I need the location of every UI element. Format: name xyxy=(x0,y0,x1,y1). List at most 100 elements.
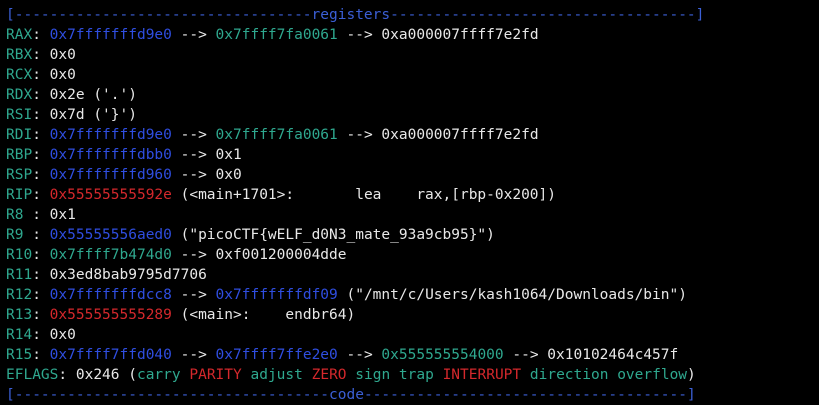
pointer-address: 0x7ffff7ffe2e0 xyxy=(215,347,338,363)
register-value xyxy=(521,367,530,383)
pointer-address: trap xyxy=(398,367,434,383)
pointer-address: INTERRUPT xyxy=(442,367,522,383)
register-row-rbp: RBP: 0x7fffffffdbb0 --> 0x1 xyxy=(6,145,816,165)
register-value: 0x0 xyxy=(49,327,76,343)
register-row-eflags: EFLAGS: 0x246 (carry PARITY adjust ZERO … xyxy=(6,365,816,385)
pointer-address: 0x7ffff7fa0061 xyxy=(215,127,338,143)
register-row-r12: R12: 0x7fffffffdcc8 --> 0x7fffffffdf09 (… xyxy=(6,285,816,305)
register-value: 0x0 xyxy=(49,47,76,63)
register-row-rcx: RCX: 0x0 xyxy=(6,65,816,85)
register-value: 0x1 xyxy=(215,147,242,163)
register-value: ("/mnt/c/Users/kash1064/Downloads/bin") xyxy=(337,287,687,303)
pointer-arrow: --> xyxy=(171,167,216,183)
register-separator: : xyxy=(32,347,50,363)
register-separator: : xyxy=(32,307,50,323)
pointer-address: sign xyxy=(355,367,391,383)
register-name: RSI xyxy=(6,107,33,123)
register-value xyxy=(303,367,312,383)
register-list: RAX: 0x7fffffffd9e0 --> 0x7ffff7fa0061 -… xyxy=(6,25,816,385)
register-separator: : xyxy=(32,27,50,43)
pointer-arrow: --> xyxy=(337,127,382,143)
pointer-address: direction xyxy=(529,367,609,383)
pointer-address: 0x7ffff7ffd040 xyxy=(49,347,172,363)
pointer-address: overflow xyxy=(617,367,688,383)
pointer-address: 0x7fffffffd9e0 xyxy=(49,27,172,43)
register-row-r10: R10: 0x7ffff7b474d0 --> 0xf001200004dde xyxy=(6,245,816,265)
register-name: R14 xyxy=(6,327,33,343)
register-value: 0xa000007ffff7e2fd xyxy=(381,27,539,43)
register-value: (<main>: endbr64) xyxy=(171,307,356,323)
register-value: (<main+1701>: lea rax,[rbp-0x200]) xyxy=(171,187,556,203)
register-separator: : xyxy=(32,187,50,203)
register-row-r8: R8 : 0x1 xyxy=(6,205,816,225)
register-name: EFLAGS xyxy=(6,367,59,383)
pointer-address: 0x7fffffffdf09 xyxy=(215,287,338,303)
pointer-address: 0x55555556aed0 xyxy=(49,227,172,243)
register-value xyxy=(608,367,617,383)
register-separator: : xyxy=(32,87,50,103)
pointer-address: carry xyxy=(136,367,181,383)
pointer-address: ZERO xyxy=(311,367,347,383)
pointer-address: 0x7fffffffdbb0 xyxy=(49,147,172,163)
register-name: R8 xyxy=(6,207,24,223)
register-name: R9 xyxy=(6,227,24,243)
register-row-rsi: RSI: 0x7d ('}') xyxy=(6,105,816,125)
registers-header-title: registers xyxy=(311,7,391,23)
register-separator: : xyxy=(32,107,50,123)
register-value: 0x2e ('.') xyxy=(49,87,137,103)
register-separator: : xyxy=(32,327,50,343)
register-value xyxy=(390,367,399,383)
register-separator: : xyxy=(23,207,50,223)
register-name: R12 xyxy=(6,287,33,303)
register-name: RDX xyxy=(6,87,33,103)
register-row-rsp: RSP: 0x7fffffffd960 --> 0x0 xyxy=(6,165,816,185)
register-separator: : xyxy=(32,127,50,143)
register-row-r13: R13: 0x555555555289 (<main>: endbr64) xyxy=(6,305,816,325)
register-row-rdi: RDI: 0x7fffffffd9e0 --> 0x7ffff7fa0061 -… xyxy=(6,125,816,145)
register-value: 0xa000007ffff7e2fd xyxy=(381,127,539,143)
pointer-arrow: --> xyxy=(171,27,216,43)
register-name: R15 xyxy=(6,347,33,363)
register-row-r11: R11: 0x3ed8bab9795d7706 xyxy=(6,265,816,285)
pointer-arrow: --> xyxy=(503,347,548,363)
pointer-arrow: --> xyxy=(171,347,216,363)
register-row-rdx: RDX: 0x2e ('.') xyxy=(6,85,816,105)
register-separator: : xyxy=(32,167,50,183)
register-value xyxy=(347,367,356,383)
pointer-arrow: --> xyxy=(337,27,382,43)
pointer-address: 0x7ffff7fa0061 xyxy=(215,27,338,43)
register-value: 0x7d ('}') xyxy=(49,107,137,123)
register-value: ("picoCTF{wELF_d0N3_mate_93a9cb95}") xyxy=(171,227,495,243)
register-name: RAX xyxy=(6,27,33,43)
pointer-arrow: --> xyxy=(337,347,382,363)
register-separator: : xyxy=(32,67,50,83)
register-name: RDI xyxy=(6,127,33,143)
register-value: 0x3ed8bab9795d7706 xyxy=(49,267,207,283)
register-name: RBX xyxy=(6,47,33,63)
register-row-rbx: RBX: 0x0 xyxy=(6,45,816,65)
register-name: RBP xyxy=(6,147,33,163)
register-name: R11 xyxy=(6,267,33,283)
pointer-address: 0x7fffffffdcc8 xyxy=(49,287,172,303)
registers-header-left: [---------------------------------- xyxy=(6,7,312,23)
pointer-address: 0x7fffffffd960 xyxy=(49,167,172,183)
register-name: RCX xyxy=(6,67,33,83)
pointer-address: adjust xyxy=(250,367,303,383)
registers-header: [----------------------------------regis… xyxy=(6,5,816,25)
register-name: R13 xyxy=(6,307,33,323)
register-separator: : xyxy=(32,267,50,283)
register-separator: : xyxy=(32,47,50,63)
register-value: 0x0 xyxy=(49,67,76,83)
register-value: 0x1 xyxy=(49,207,76,223)
register-separator: : xyxy=(32,147,50,163)
register-separator: : xyxy=(32,287,50,303)
register-row-r15: R15: 0x7ffff7ffd040 --> 0x7ffff7ffe2e0 -… xyxy=(6,345,816,365)
pointer-address: PARITY xyxy=(189,367,242,383)
gdb-terminal[interactable]: [----------------------------------regis… xyxy=(6,5,816,405)
registers-header-right: -----------------------------------] xyxy=(390,7,705,23)
pointer-address: 0x55555555592e xyxy=(49,187,172,203)
register-value xyxy=(434,367,443,383)
register-separator: : xyxy=(23,227,50,243)
register-value: 0xf001200004dde xyxy=(215,247,347,263)
pointer-arrow: --> xyxy=(171,287,216,303)
